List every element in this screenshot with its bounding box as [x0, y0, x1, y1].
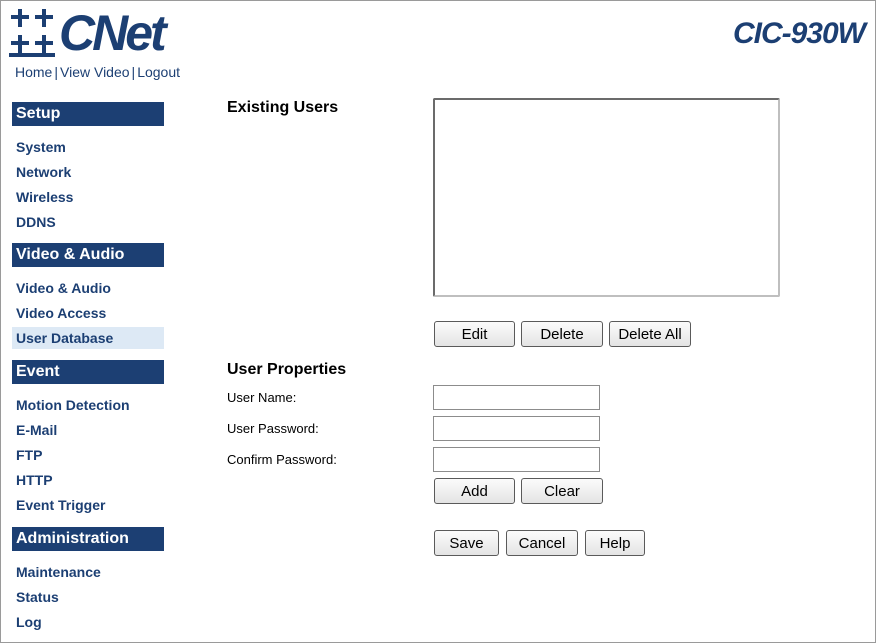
page-frame: CNet CIC-930W Home | View Video | Logout Set…: [0, 0, 876, 643]
logout-link[interactable]: Logout: [137, 64, 180, 80]
sidebar-item-user-database[interactable]: User Database: [12, 327, 164, 349]
sidebar-item-http[interactable]: HTTP: [12, 469, 164, 491]
help-button[interactable]: Help: [585, 530, 645, 556]
sidebar-item-video-access[interactable]: Video Access: [12, 302, 164, 324]
sidebar-item-ddns[interactable]: DDNS: [12, 211, 164, 233]
sidebar-item-log[interactable]: Log: [12, 611, 164, 633]
model-name: CIC-930W: [732, 17, 866, 50]
user-name-input[interactable]: [433, 385, 600, 410]
delete-all-button[interactable]: Delete All: [609, 321, 691, 347]
view-video-link[interactable]: View Video: [60, 64, 130, 80]
sidebar-heading-video-audio: Video & Audio: [12, 243, 164, 267]
sidebar-item-system[interactable]: System: [12, 136, 164, 158]
sidebar-heading-setup: Setup: [12, 102, 164, 126]
sidebar-heading-administration: Administration: [12, 527, 164, 551]
cnet-logo: CNet: [9, 5, 167, 61]
home-link[interactable]: Home: [15, 64, 52, 80]
sidebar-item-motion-detection[interactable]: Motion Detection: [12, 394, 164, 416]
edit-button[interactable]: Edit: [434, 321, 515, 347]
sidebar-item-status[interactable]: Status: [12, 586, 164, 608]
save-button[interactable]: Save: [434, 530, 499, 556]
link-separator: |: [54, 64, 58, 80]
user-name-label: User Name:: [227, 390, 297, 405]
sidebar-heading-event: Event: [12, 360, 164, 384]
existing-users-label: Existing Users: [227, 99, 339, 116]
sidebar-item-event-trigger[interactable]: Event Trigger: [12, 494, 164, 516]
sidebar-item-video-audio[interactable]: Video & Audio: [12, 277, 164, 299]
user-password-input[interactable]: [433, 416, 600, 441]
top-links: Home | View Video | Logout: [15, 64, 180, 80]
logo-text: CNet: [59, 5, 167, 61]
confirm-password-label: Confirm Password:: [227, 452, 337, 467]
clear-button[interactable]: Clear: [521, 478, 603, 504]
confirm-password-input[interactable]: [433, 447, 600, 472]
sidebar-item-network[interactable]: Network: [12, 161, 164, 183]
sidebar-item-email[interactable]: E-Mail: [12, 419, 164, 441]
delete-button[interactable]: Delete: [521, 321, 603, 347]
existing-users-listbox[interactable]: [433, 98, 780, 297]
user-password-label: User Password:: [227, 421, 319, 436]
sidebar-item-ftp[interactable]: FTP: [12, 444, 164, 466]
user-properties-label: User Properties: [227, 361, 347, 378]
add-button[interactable]: Add: [434, 478, 515, 504]
sidebar-item-maintenance[interactable]: Maintenance: [12, 561, 164, 583]
cnet-logo-mark-icon: [9, 9, 55, 57]
cancel-button[interactable]: Cancel: [506, 530, 578, 556]
sidebar-item-wireless[interactable]: Wireless: [12, 186, 164, 208]
